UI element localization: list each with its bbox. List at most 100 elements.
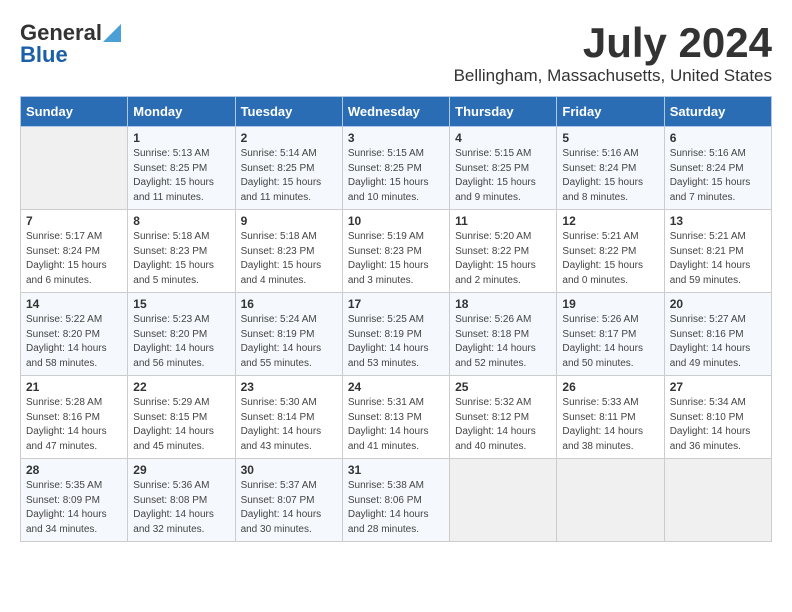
- cell-info: Sunrise: 5:13 AM Sunset: 8:25 PM Dayligh…: [133, 147, 229, 205]
- cell-info: Sunrise: 5:23 AM Sunset: 8:20 PM Dayligh…: [133, 313, 229, 371]
- sunrise-text: Sunrise: 5:38 AM: [348, 480, 424, 491]
- calendar-cell: 12 Sunrise: 5:21 AM Sunset: 8:22 PM Dayl…: [557, 210, 664, 293]
- sunset-text: Sunset: 8:08 PM: [133, 495, 207, 506]
- sunrise-text: Sunrise: 5:29 AM: [133, 397, 209, 408]
- sunset-text: Sunset: 8:10 PM: [670, 412, 744, 423]
- sunrise-text: Sunrise: 5:21 AM: [562, 231, 638, 242]
- day-number: 25: [455, 380, 551, 394]
- calendar-cell: 14 Sunrise: 5:22 AM Sunset: 8:20 PM Dayl…: [21, 293, 128, 376]
- daylight-text: Daylight: 14 hours and 59 minutes.: [670, 260, 751, 286]
- sunrise-text: Sunrise: 5:23 AM: [133, 314, 209, 325]
- day-number: 13: [670, 214, 766, 228]
- cell-info: Sunrise: 5:18 AM Sunset: 8:23 PM Dayligh…: [133, 230, 229, 288]
- daylight-text: Daylight: 15 hours and 10 minutes.: [348, 177, 429, 203]
- sunset-text: Sunset: 8:07 PM: [241, 495, 315, 506]
- sunrise-text: Sunrise: 5:17 AM: [26, 231, 102, 242]
- calendar-cell: 23 Sunrise: 5:30 AM Sunset: 8:14 PM Dayl…: [235, 376, 342, 459]
- calendar-week-row: 28 Sunrise: 5:35 AM Sunset: 8:09 PM Dayl…: [21, 459, 772, 542]
- day-number: 23: [241, 380, 337, 394]
- sunrise-text: Sunrise: 5:16 AM: [670, 148, 746, 159]
- cell-info: Sunrise: 5:16 AM Sunset: 8:24 PM Dayligh…: [670, 147, 766, 205]
- calendar-cell: 25 Sunrise: 5:32 AM Sunset: 8:12 PM Dayl…: [450, 376, 557, 459]
- calendar-cell: 22 Sunrise: 5:29 AM Sunset: 8:15 PM Dayl…: [128, 376, 235, 459]
- day-number: 11: [455, 214, 551, 228]
- sunrise-text: Sunrise: 5:35 AM: [26, 480, 102, 491]
- cell-info: Sunrise: 5:26 AM Sunset: 8:18 PM Dayligh…: [455, 313, 551, 371]
- sunrise-text: Sunrise: 5:24 AM: [241, 314, 317, 325]
- sunrise-text: Sunrise: 5:20 AM: [455, 231, 531, 242]
- sunset-text: Sunset: 8:20 PM: [26, 329, 100, 340]
- cell-info: Sunrise: 5:25 AM Sunset: 8:19 PM Dayligh…: [348, 313, 444, 371]
- day-number: 18: [455, 297, 551, 311]
- day-number: 4: [455, 131, 551, 145]
- sunrise-text: Sunrise: 5:18 AM: [133, 231, 209, 242]
- sunset-text: Sunset: 8:19 PM: [348, 329, 422, 340]
- weekday-header-monday: Monday: [128, 97, 235, 127]
- calendar-week-row: 21 Sunrise: 5:28 AM Sunset: 8:16 PM Dayl…: [21, 376, 772, 459]
- sunset-text: Sunset: 8:21 PM: [670, 246, 744, 257]
- day-number: 9: [241, 214, 337, 228]
- calendar-cell: 16 Sunrise: 5:24 AM Sunset: 8:19 PM Dayl…: [235, 293, 342, 376]
- cell-info: Sunrise: 5:16 AM Sunset: 8:24 PM Dayligh…: [562, 147, 658, 205]
- calendar-week-row: 14 Sunrise: 5:22 AM Sunset: 8:20 PM Dayl…: [21, 293, 772, 376]
- calendar-cell: 21 Sunrise: 5:28 AM Sunset: 8:16 PM Dayl…: [21, 376, 128, 459]
- day-number: 15: [133, 297, 229, 311]
- cell-info: Sunrise: 5:31 AM Sunset: 8:13 PM Dayligh…: [348, 396, 444, 454]
- sunset-text: Sunset: 8:16 PM: [26, 412, 100, 423]
- day-number: 16: [241, 297, 337, 311]
- daylight-text: Daylight: 14 hours and 58 minutes.: [26, 343, 107, 369]
- cell-info: Sunrise: 5:36 AM Sunset: 8:08 PM Dayligh…: [133, 479, 229, 537]
- daylight-text: Daylight: 14 hours and 34 minutes.: [26, 509, 107, 535]
- day-number: 8: [133, 214, 229, 228]
- logo-blue-text: Blue: [20, 42, 68, 68]
- day-number: 27: [670, 380, 766, 394]
- calendar-cell: 20 Sunrise: 5:27 AM Sunset: 8:16 PM Dayl…: [664, 293, 771, 376]
- cell-info: Sunrise: 5:15 AM Sunset: 8:25 PM Dayligh…: [455, 147, 551, 205]
- calendar-cell: [21, 127, 128, 210]
- calendar-cell: 3 Sunrise: 5:15 AM Sunset: 8:25 PM Dayli…: [342, 127, 449, 210]
- calendar-cell: 9 Sunrise: 5:18 AM Sunset: 8:23 PM Dayli…: [235, 210, 342, 293]
- sunset-text: Sunset: 8:24 PM: [26, 246, 100, 257]
- sunset-text: Sunset: 8:09 PM: [26, 495, 100, 506]
- sunrise-text: Sunrise: 5:33 AM: [562, 397, 638, 408]
- calendar-cell: 5 Sunrise: 5:16 AM Sunset: 8:24 PM Dayli…: [557, 127, 664, 210]
- location-title: Bellingham, Massachusetts, United States: [454, 66, 772, 86]
- sunset-text: Sunset: 8:23 PM: [133, 246, 207, 257]
- sunrise-text: Sunrise: 5:30 AM: [241, 397, 317, 408]
- sunset-text: Sunset: 8:18 PM: [455, 329, 529, 340]
- cell-info: Sunrise: 5:29 AM Sunset: 8:15 PM Dayligh…: [133, 396, 229, 454]
- cell-info: Sunrise: 5:20 AM Sunset: 8:22 PM Dayligh…: [455, 230, 551, 288]
- daylight-text: Daylight: 15 hours and 11 minutes.: [241, 177, 322, 203]
- sunset-text: Sunset: 8:12 PM: [455, 412, 529, 423]
- calendar-cell: 29 Sunrise: 5:36 AM Sunset: 8:08 PM Dayl…: [128, 459, 235, 542]
- sunrise-text: Sunrise: 5:25 AM: [348, 314, 424, 325]
- sunrise-text: Sunrise: 5:26 AM: [562, 314, 638, 325]
- sunrise-text: Sunrise: 5:37 AM: [241, 480, 317, 491]
- calendar-cell: [664, 459, 771, 542]
- sunrise-text: Sunrise: 5:14 AM: [241, 148, 317, 159]
- cell-info: Sunrise: 5:26 AM Sunset: 8:17 PM Dayligh…: [562, 313, 658, 371]
- calendar-cell: 1 Sunrise: 5:13 AM Sunset: 8:25 PM Dayli…: [128, 127, 235, 210]
- daylight-text: Daylight: 14 hours and 45 minutes.: [133, 426, 214, 452]
- calendar-week-row: 7 Sunrise: 5:17 AM Sunset: 8:24 PM Dayli…: [21, 210, 772, 293]
- daylight-text: Daylight: 14 hours and 56 minutes.: [133, 343, 214, 369]
- cell-info: Sunrise: 5:24 AM Sunset: 8:19 PM Dayligh…: [241, 313, 337, 371]
- calendar-cell: 19 Sunrise: 5:26 AM Sunset: 8:17 PM Dayl…: [557, 293, 664, 376]
- cell-info: Sunrise: 5:17 AM Sunset: 8:24 PM Dayligh…: [26, 230, 122, 288]
- sunrise-text: Sunrise: 5:19 AM: [348, 231, 424, 242]
- cell-info: Sunrise: 5:14 AM Sunset: 8:25 PM Dayligh…: [241, 147, 337, 205]
- weekday-header-saturday: Saturday: [664, 97, 771, 127]
- day-number: 21: [26, 380, 122, 394]
- sunset-text: Sunset: 8:13 PM: [348, 412, 422, 423]
- day-number: 12: [562, 214, 658, 228]
- sunset-text: Sunset: 8:14 PM: [241, 412, 315, 423]
- calendar-cell: 17 Sunrise: 5:25 AM Sunset: 8:19 PM Dayl…: [342, 293, 449, 376]
- sunset-text: Sunset: 8:17 PM: [562, 329, 636, 340]
- daylight-text: Daylight: 15 hours and 3 minutes.: [348, 260, 429, 286]
- calendar-cell: 26 Sunrise: 5:33 AM Sunset: 8:11 PM Dayl…: [557, 376, 664, 459]
- sunrise-text: Sunrise: 5:16 AM: [562, 148, 638, 159]
- daylight-text: Daylight: 15 hours and 4 minutes.: [241, 260, 322, 286]
- daylight-text: Daylight: 14 hours and 49 minutes.: [670, 343, 751, 369]
- sunset-text: Sunset: 8:25 PM: [241, 163, 315, 174]
- daylight-text: Daylight: 14 hours and 38 minutes.: [562, 426, 643, 452]
